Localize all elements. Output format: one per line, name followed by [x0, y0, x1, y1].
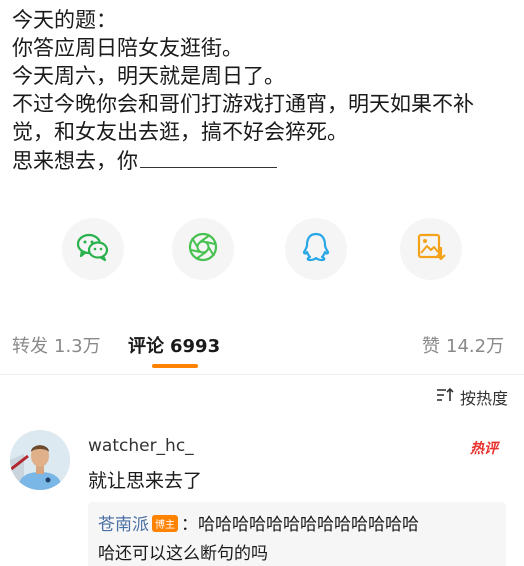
- active-tab-indicator: [152, 364, 198, 368]
- weibo-post-page: 今天的题： 你答应周日陪女友逛街。 今天周六，明天就是周日了。 不过今晚你会和哥…: [0, 0, 524, 566]
- save-image-icon: [415, 231, 447, 267]
- share-moments-button[interactable]: [172, 218, 234, 280]
- tab-comments-count: 6993: [170, 336, 221, 357]
- tab-likes-count: 14.2万: [446, 336, 505, 357]
- post-line: 思来想去，你: [12, 149, 138, 173]
- post-last-line: 思来想去，你: [12, 146, 517, 175]
- sort-label: 按热度: [459, 389, 508, 408]
- tab-comments-label: 评论: [128, 336, 164, 357]
- tab-repost-label: 转发: [12, 336, 48, 357]
- post-line: 今天周六，明天就是周日了。: [12, 64, 285, 88]
- moments-icon: [187, 231, 219, 267]
- tab-repost-count: 1.3万: [54, 336, 101, 357]
- post-line: 不过今晚你会和哥们打游戏打通宵，明天如果不补: [12, 92, 474, 116]
- share-wechat-button[interactable]: [62, 218, 124, 280]
- reply-author[interactable]: 苍南派: [98, 515, 149, 535]
- save-image-button[interactable]: [400, 218, 462, 280]
- reply-first-line: 苍南派 博主 ：哈哈哈哈哈哈哈哈哈哈哈哈哈: [98, 510, 419, 535]
- reply-text-1: ：哈哈哈哈哈哈哈哈哈哈哈哈哈: [181, 515, 419, 535]
- comment-username[interactable]: watcher_hc_: [88, 436, 194, 456]
- share-qq-button[interactable]: [285, 218, 347, 280]
- tab-likes[interactable]: 赞 14.2万: [422, 332, 504, 358]
- tab-likes-label: 赞: [422, 336, 440, 357]
- post-line: 今天的题：: [12, 8, 117, 32]
- post-tabs: 转发 1.3万 评论 6993 赞 14.2万: [0, 318, 524, 375]
- post-line: 觉，和女友出去逛，搞不好会猝死。: [12, 120, 348, 144]
- wechat-icon: [76, 232, 110, 266]
- qq-icon: [301, 231, 331, 267]
- avatar[interactable]: [10, 430, 70, 490]
- post-line: 你答应周日陪女友逛街。: [12, 36, 243, 60]
- sort-icon: [436, 387, 454, 407]
- tab-repost[interactable]: 转发 1.3万: [12, 332, 101, 358]
- post-body: 今天的题： 你答应周日陪女友逛街。 今天周六，明天就是周日了。 不过今晚你会和哥…: [12, 6, 517, 175]
- tab-comments[interactable]: 评论 6993: [128, 332, 220, 358]
- comment-text: 就让思来去了: [88, 470, 203, 492]
- reply-text-2: 哈还可以这么断句的吗: [98, 544, 268, 564]
- fill-in-blank: [140, 146, 277, 168]
- owner-badge: 博主: [152, 515, 178, 532]
- hot-comment-badge: 热评: [470, 441, 498, 457]
- sort-by-hot-button[interactable]: 按热度: [436, 385, 508, 409]
- reply-preview[interactable]: 苍南派 博主 ：哈哈哈哈哈哈哈哈哈哈哈哈哈 哈还可以这么断句的吗: [88, 502, 506, 566]
- share-row: [0, 218, 524, 282]
